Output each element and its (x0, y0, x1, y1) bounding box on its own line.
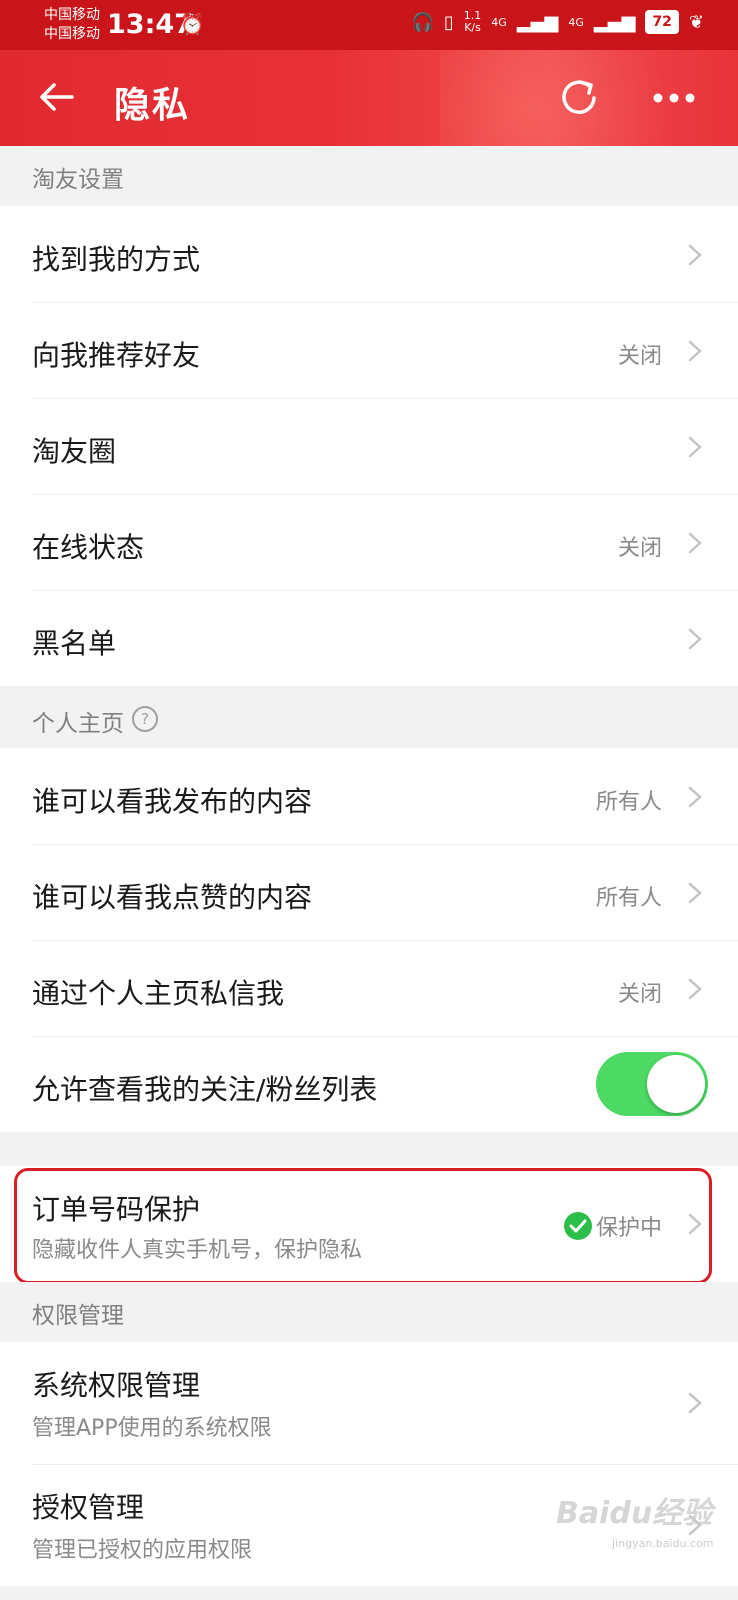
row-label: 在线状态 (32, 531, 145, 564)
help-icon[interactable]: ? (132, 706, 158, 732)
chevron-right-icon (688, 244, 702, 266)
network-type-1: 4G (491, 15, 507, 29)
baidu-watermark: Baidu经验 (556, 1496, 713, 1531)
more-dots-icon (653, 93, 695, 103)
row-online-status[interactable]: 在线状态 关闭 (0, 494, 738, 590)
row-label: 通过个人主页私信我 (32, 977, 285, 1010)
refresh-button[interactable] (556, 74, 604, 122)
row-find-me[interactable]: 找到我的方式 (0, 206, 738, 302)
alarm-icon: ⏰ (180, 12, 205, 36)
leaf-icon: ❦ (688, 11, 704, 33)
chevron-right-icon (688, 1392, 702, 1414)
section-title: 个人主页 (32, 711, 124, 737)
section-header-permissions: 权限管理 (0, 1282, 738, 1342)
row-friend-circle[interactable]: 淘友圈 (0, 398, 738, 494)
carrier-2: 中国移动 (44, 26, 100, 42)
section-title: 淘友设置 (32, 167, 124, 193)
toggle-knob (647, 1055, 705, 1113)
status-bar: 中国移动 中国移动 13:47 ⏰ 🎧 ▯ 1.1 K/s 4G ▂▄▆ 4G … (0, 0, 738, 50)
status-icons: 🎧 ▯ 1.1 K/s 4G ▂▄▆ 4G ▂▄▆ 72 ❦ (411, 10, 704, 34)
row-follow-list-visibility: 允许查看我的关注/粉丝列表 (0, 1036, 738, 1132)
row-label: 找到我的方式 (32, 243, 201, 276)
watermark-url: jingyan.baidu.com (612, 1537, 714, 1550)
friends-settings-group: 找到我的方式 向我推荐好友 关闭 淘友圈 在线状态 关闭 黑名单 (0, 206, 738, 686)
chevron-right-icon (688, 628, 702, 650)
chevron-right-icon (688, 786, 702, 808)
homepage-settings-group: 谁可以看我发布的内容 所有人 谁可以看我点赞的内容 所有人 通过个人主页私信我 … (0, 748, 738, 1132)
speed-unit: K/s (464, 21, 481, 34)
network-speed: 1.1 K/s (464, 10, 482, 34)
refresh-icon (562, 80, 596, 114)
row-who-see-posts[interactable]: 谁可以看我发布的内容 所有人 (0, 748, 738, 844)
row-recommend-friends[interactable]: 向我推荐好友 关闭 (0, 302, 738, 398)
more-button[interactable] (650, 82, 698, 114)
row-label: 授权管理 (32, 1491, 145, 1524)
highlight-annotation (14, 1168, 712, 1284)
chevron-right-icon (688, 978, 702, 1000)
network-type-2: 4G (568, 15, 584, 29)
row-label: 向我推荐好友 (32, 339, 201, 372)
row-blacklist[interactable]: 黑名单 (0, 590, 738, 686)
row-subtitle: 管理APP使用的系统权限 (32, 1416, 272, 1441)
headphones-icon: 🎧 (411, 11, 434, 33)
chevron-right-icon (688, 340, 702, 362)
battery-icon: 72 (645, 10, 679, 34)
signal-icon-2: ▂▄▆ (593, 11, 636, 33)
row-label: 系统权限管理 (32, 1369, 201, 1402)
back-arrow-icon (40, 83, 74, 111)
chevron-right-icon (688, 436, 702, 458)
section-header-friends: 淘友设置 (0, 146, 738, 206)
chevron-right-icon (688, 532, 702, 554)
row-message-via-homepage[interactable]: 通过个人主页私信我 关闭 (0, 940, 738, 1036)
row-value: 关闭 (617, 982, 662, 1007)
row-label: 谁可以看我点赞的内容 (32, 881, 313, 914)
vibrate-icon: ▯ (443, 11, 454, 33)
back-button[interactable] (38, 72, 78, 122)
row-label: 允许查看我的关注/粉丝列表 (32, 1073, 378, 1106)
section-header-homepage: 个人主页 ? (0, 686, 738, 748)
row-subtitle: 管理已授权的应用权限 (32, 1538, 253, 1563)
follow-list-toggle[interactable] (596, 1052, 708, 1116)
row-label: 谁可以看我发布的内容 (32, 785, 313, 818)
row-who-see-likes[interactable]: 谁可以看我点赞的内容 所有人 (0, 844, 738, 940)
section-title: 权限管理 (32, 1303, 124, 1329)
row-value: 关闭 (617, 344, 662, 369)
row-system-permissions[interactable]: 系统权限管理 管理APP使用的系统权限 (0, 1342, 738, 1464)
row-value: 关闭 (617, 536, 662, 561)
chevron-right-icon (688, 882, 702, 904)
page-title: 隐私 (114, 85, 191, 126)
row-label: 黑名单 (32, 627, 117, 660)
row-value: 所有人 (595, 790, 662, 815)
carrier-info: 中国移动 中国移动 (44, 6, 100, 44)
app-header: 隐私 (0, 50, 738, 146)
row-label: 淘友圈 (32, 435, 117, 468)
carrier-1: 中国移动 (44, 7, 100, 23)
row-value: 所有人 (595, 886, 662, 911)
signal-icon-1: ▂▄▆ (516, 11, 559, 33)
